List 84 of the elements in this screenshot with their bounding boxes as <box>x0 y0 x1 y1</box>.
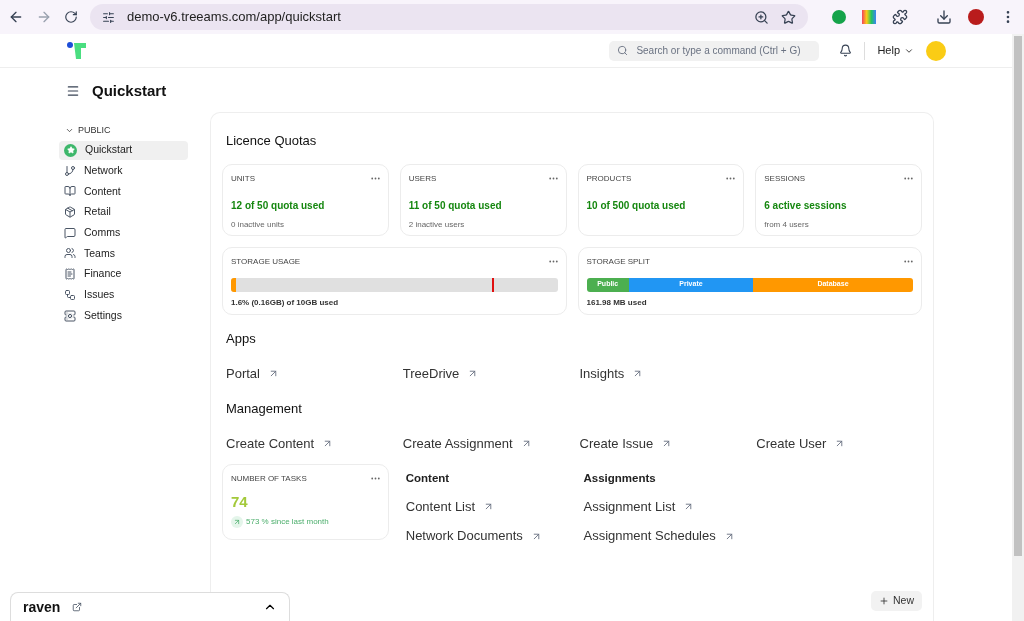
receipt-icon <box>64 268 76 281</box>
link[interactable]: Create User <box>756 434 846 454</box>
card-title: SESSIONS <box>764 172 806 185</box>
sidebar-item[interactable]: Retail <box>59 202 188 222</box>
link[interactable]: Assignment Schedules <box>583 526 735 546</box>
sidebar-item[interactable]: Teams <box>59 243 188 263</box>
quota-value: 10 of 500 quota used <box>586 198 687 213</box>
notification-bell-icon[interactable] <box>839 44 853 57</box>
search-icon <box>617 45 629 56</box>
card-title: STORAGE SPLIT <box>586 255 650 268</box>
section-heading: Apps <box>226 329 257 348</box>
quota-value: 12 of 50 quota used <box>231 198 326 213</box>
quota-note: 2 inactive users <box>408 218 466 231</box>
card-title: STORAGE USAGE <box>231 255 301 268</box>
profile-avatar[interactable] <box>968 9 984 25</box>
trend-up-icon <box>231 516 243 528</box>
card-title: PRODUCTS <box>586 172 632 185</box>
link[interactable]: Create Assignment <box>402 434 532 454</box>
extensions-icon[interactable] <box>892 9 908 25</box>
more-options-icon[interactable] <box>548 177 558 180</box>
sidebar-item[interactable]: Settings <box>59 306 188 325</box>
raven-widget[interactable]: raven <box>10 592 290 621</box>
message-icon <box>64 226 76 239</box>
storage-split-reading: 161.98 MB used <box>586 296 648 309</box>
bookmark-star-icon[interactable] <box>781 9 796 25</box>
search-field[interactable]: Search or type a command (Ctrl + G) <box>609 40 820 61</box>
subsection-heading: Content <box>405 470 451 486</box>
section-heading: Licence Quotas <box>226 132 318 150</box>
more-options-icon[interactable] <box>370 477 380 480</box>
task-count: 74 <box>231 491 249 512</box>
more-options-icon[interactable] <box>904 177 913 180</box>
sidebar-item[interactable]: Network <box>59 161 188 181</box>
branch-icon <box>64 164 76 177</box>
subsection-heading: Assignments <box>583 470 657 486</box>
menu-icon[interactable] <box>66 84 80 98</box>
address-bar[interactable]: demo-v6.treeams.com/app/quickstart <box>90 4 808 30</box>
quota-note: from 4 users <box>764 218 810 231</box>
download-icon[interactable] <box>936 9 952 25</box>
link[interactable]: Portal <box>226 364 279 384</box>
link[interactable]: Assignment List <box>583 496 695 517</box>
sidebar-item[interactable]: Quickstart <box>59 140 188 160</box>
sidebar-item[interactable]: Issues <box>59 285 188 305</box>
quota-value: 6 active sessions <box>764 198 848 213</box>
new-button[interactable]: New <box>871 591 922 611</box>
storage-usage-reading: 1.6% (0.16GB) of 10GB used <box>231 296 340 309</box>
sidebar-item[interactable]: Comms <box>59 223 188 243</box>
quota-value: 11 of 50 quota used <box>408 198 503 213</box>
link[interactable]: Insights <box>579 364 644 384</box>
sidebar-section-toggle[interactable]: PUBLIC <box>59 124 188 138</box>
zoom-icon[interactable] <box>754 9 769 25</box>
more-options-icon[interactable] <box>904 260 913 263</box>
star-icon <box>64 143 77 157</box>
reload-icon[interactable] <box>64 10 78 24</box>
scrollbar[interactable] <box>1012 34 1024 621</box>
package-icon <box>64 206 76 219</box>
plus-icon <box>879 596 889 606</box>
users-icon <box>64 247 76 260</box>
trend-text: 573 % since last month <box>246 516 329 528</box>
link[interactable]: Create Issue <box>579 434 673 454</box>
sidebar-item[interactable]: Content <box>59 181 188 201</box>
more-options-icon[interactable] <box>726 177 736 180</box>
workflow-icon <box>64 288 76 301</box>
external-link-icon[interactable] <box>72 602 83 612</box>
sidebar-item[interactable]: Finance <box>59 264 188 284</box>
link[interactable]: Create Content <box>226 434 334 454</box>
url-text: demo-v6.treeams.com/app/quickstart <box>127 8 342 27</box>
card-title: UNITS <box>231 172 255 185</box>
widget-title: raven <box>23 597 61 617</box>
page-title: Quickstart <box>92 80 167 101</box>
app-logo[interactable] <box>66 40 88 61</box>
more-options-icon[interactable] <box>548 260 558 263</box>
back-icon[interactable] <box>8 9 24 25</box>
link[interactable]: TreeDrive <box>402 364 479 384</box>
card-title: NUMBER OF TASKS <box>231 472 307 485</box>
quota-note: 0 inactive units <box>231 218 285 231</box>
site-info-icon[interactable] <box>102 10 115 24</box>
book-icon <box>64 185 76 198</box>
more-options-icon[interactable] <box>370 177 380 180</box>
section-heading: Management <box>226 399 303 418</box>
link[interactable]: Content List <box>405 496 495 517</box>
help-menu[interactable]: Help <box>877 42 914 59</box>
server-icon <box>64 309 76 322</box>
card-title: USERS <box>408 172 437 185</box>
link[interactable]: Network Documents <box>405 526 542 546</box>
